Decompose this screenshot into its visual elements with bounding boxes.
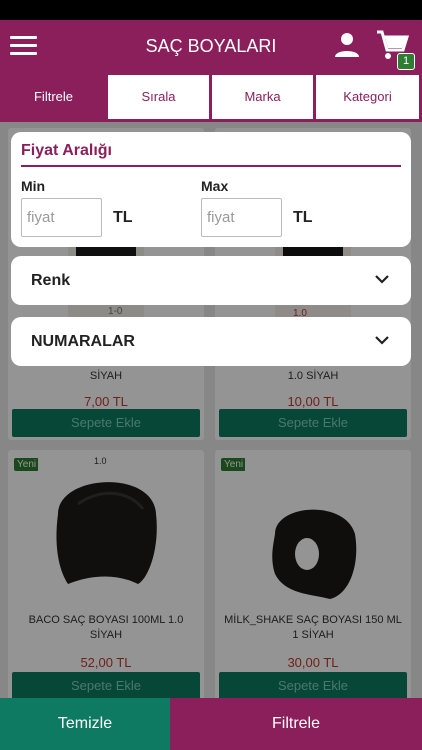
cart-count-badge: 1 bbox=[397, 53, 415, 70]
accordion-numaralar[interactable]: NUMARALAR bbox=[11, 317, 411, 366]
accordion-label: NUMARALAR bbox=[31, 333, 135, 350]
tab-filtrele[interactable]: Filtrele bbox=[0, 75, 107, 119]
min-label: Min bbox=[21, 178, 46, 194]
clear-button[interactable]: Temizle bbox=[0, 698, 170, 750]
user-icon[interactable] bbox=[333, 31, 361, 59]
title-divider bbox=[21, 165, 401, 167]
accordion-renk[interactable]: Renk bbox=[11, 256, 411, 305]
chevron-down-icon bbox=[375, 275, 389, 284]
max-label: Max bbox=[201, 178, 229, 194]
tab-marka[interactable]: Marka bbox=[212, 75, 313, 119]
status-bar bbox=[0, 0, 422, 20]
price-range-title: Fiyat Aralığı bbox=[21, 142, 112, 159]
min-currency-label: TL bbox=[113, 209, 133, 226]
bottom-action-bar: Temizle Filtrele bbox=[0, 698, 422, 750]
chevron-down-icon bbox=[375, 336, 389, 345]
apply-filter-button[interactable]: Filtrele bbox=[170, 698, 422, 750]
max-price-input[interactable] bbox=[201, 198, 282, 237]
app-bar: SAÇ BOYALARI 1 bbox=[0, 20, 422, 72]
max-currency-label: TL bbox=[293, 209, 313, 226]
cart-button[interactable]: 1 bbox=[375, 28, 415, 70]
accordion-label: Renk bbox=[31, 272, 71, 289]
price-range-panel: Fiyat Aralığı Min TL Max TL bbox=[11, 132, 411, 247]
tab-bar: Filtrele Sırala Marka Kategori bbox=[0, 72, 422, 122]
tab-sirala[interactable]: Sırala bbox=[108, 75, 209, 119]
min-price-input[interactable] bbox=[21, 198, 102, 237]
tab-kategori[interactable]: Kategori bbox=[316, 75, 419, 119]
